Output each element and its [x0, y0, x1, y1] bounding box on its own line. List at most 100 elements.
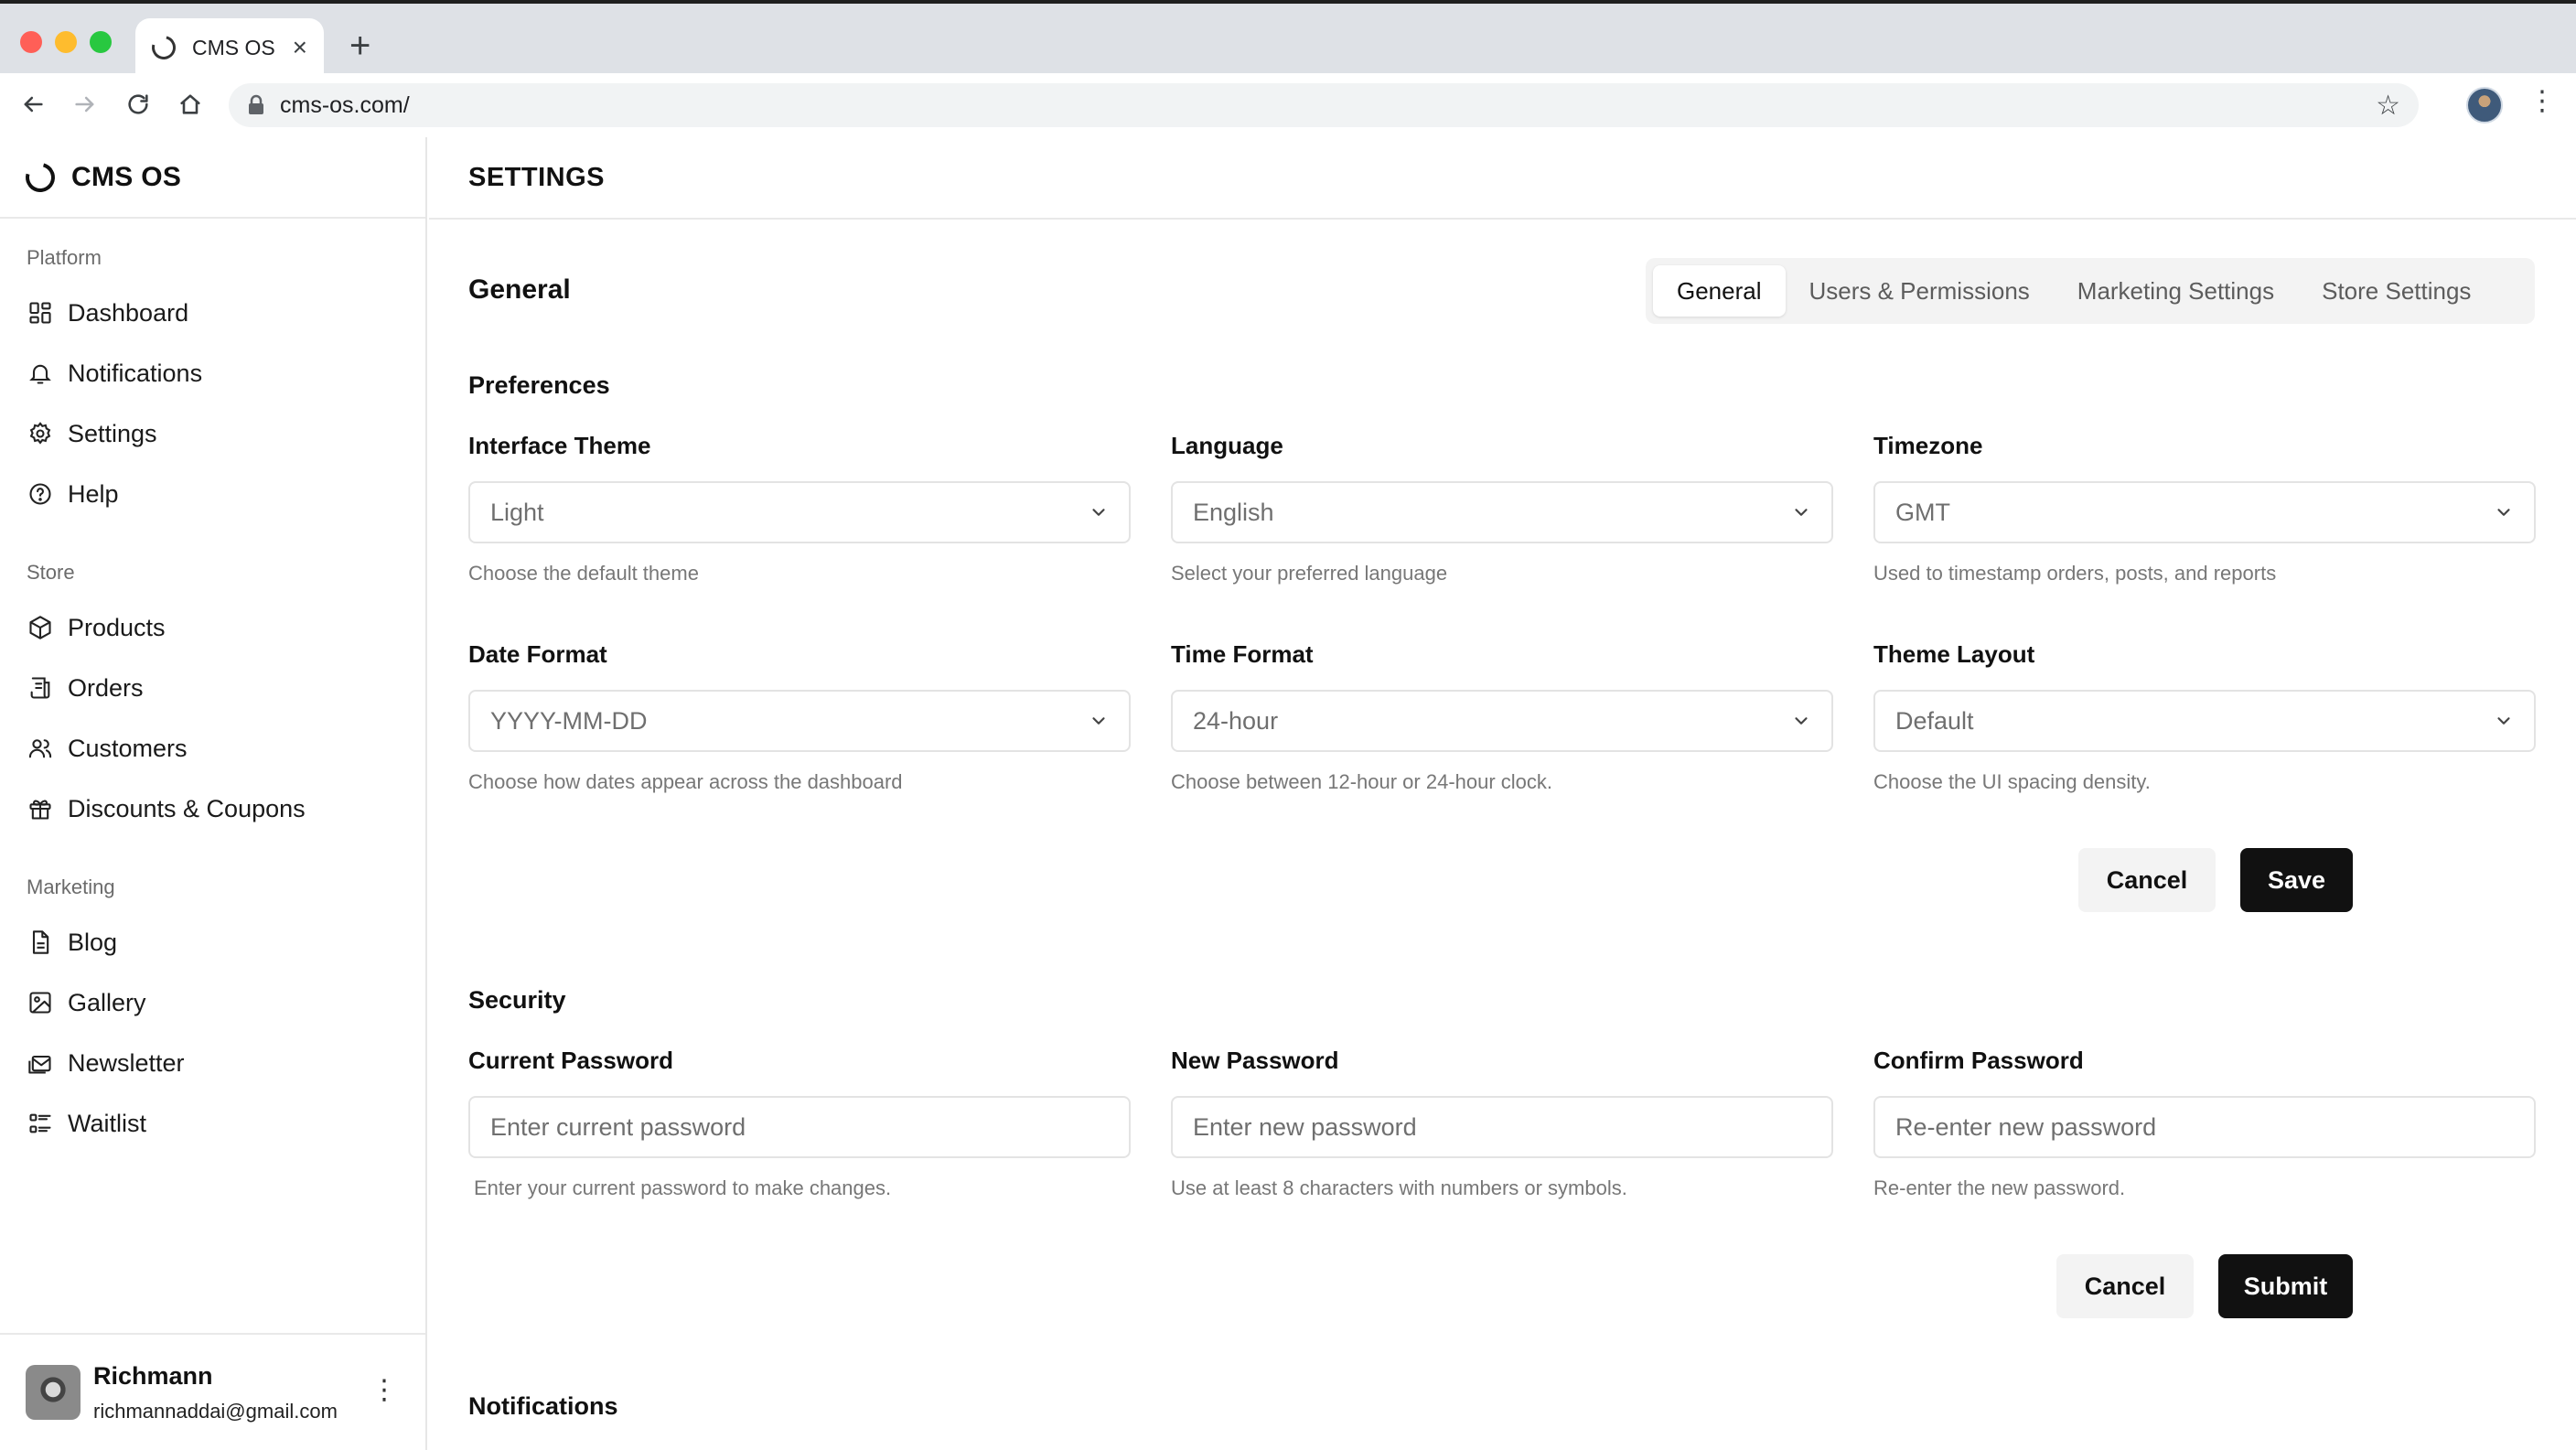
sidebar-item-label: Newsletter	[68, 1048, 185, 1077]
reload-button[interactable]	[120, 86, 156, 123]
field-label: New Password	[1171, 1047, 1339, 1074]
address-bar[interactable]: cms-os.com/ ☆	[229, 83, 2419, 127]
forward-button[interactable]	[67, 86, 103, 123]
brand[interactable]: CMS OS	[0, 137, 425, 219]
field-label: Current Password	[468, 1047, 673, 1074]
browser-tab[interactable]: CMS OS ×	[135, 18, 324, 77]
select-value: Light	[490, 498, 544, 526]
sidebar-item-notifications[interactable]: Notifications	[0, 343, 425, 403]
sidebar-item-dashboard[interactable]: Dashboard	[0, 283, 425, 343]
gift-icon	[27, 796, 53, 822]
input-placeholder: Enter new password	[1193, 1112, 1417, 1141]
sidebar-item-newsletter[interactable]: Newsletter	[0, 1033, 425, 1093]
sidebar-item-help[interactable]: Help	[0, 464, 425, 524]
user-menu-icon[interactable]: ⋮	[370, 1377, 398, 1404]
browser-toolbar: cms-os.com/ ☆ ⋮	[0, 73, 2576, 137]
select-value: English	[1193, 498, 1274, 526]
tab-marketing-settings[interactable]: Marketing Settings	[2054, 265, 2298, 317]
minimize-window-button[interactable]	[55, 31, 77, 53]
security-cancel-button[interactable]: Cancel	[2056, 1254, 2194, 1318]
sidebar-item-blog[interactable]: Blog	[0, 912, 425, 972]
sidebar-item-label: Settings	[68, 419, 157, 447]
sidebar-item-label: Notifications	[68, 359, 203, 387]
sidebar-item-label: Help	[68, 479, 119, 508]
user-email: richmannaddai@gmail.com	[93, 1399, 338, 1423]
sidebar-item-gallery[interactable]: Gallery	[0, 972, 425, 1033]
theme-layout-field: Theme Layout Default Choose the UI spaci…	[1873, 640, 2536, 794]
field-help: Choose the UI spacing density.	[1873, 770, 2151, 793]
preferences-cancel-button[interactable]: Cancel	[2078, 848, 2216, 912]
language-select[interactable]: English	[1171, 481, 1833, 543]
user-profile[interactable]: Richmann richmannaddai@gmail.com ⋮	[0, 1333, 425, 1450]
home-button[interactable]	[172, 86, 209, 123]
chevron-down-icon	[1092, 509, 1105, 516]
section-heading: General	[468, 274, 571, 305]
new-tab-button[interactable]: +	[349, 27, 370, 64]
user-name: Richmann	[93, 1361, 213, 1390]
tab-strip: CMS OS × +	[0, 0, 2576, 77]
brand-name: CMS OS	[71, 161, 182, 192]
sidebar-item-settings[interactable]: Settings	[0, 403, 425, 464]
tab-users-permissions[interactable]: Users & Permissions	[1786, 265, 2054, 317]
date-format-select[interactable]: YYYY-MM-DD	[468, 690, 1131, 752]
tab-title: CMS OS	[192, 35, 275, 59]
sidebar-item-discounts-coupons[interactable]: Discounts & Coupons	[0, 779, 425, 839]
field-label: Timezone	[1873, 432, 1983, 459]
bookmark-star-icon[interactable]: ☆	[2376, 90, 2400, 122]
notifications-title: Notifications	[468, 1392, 618, 1420]
confirm-password-input[interactable]: Re-enter new password	[1873, 1096, 2536, 1158]
brand-logo-icon	[20, 156, 60, 198]
preferences-save-button[interactable]: Save	[2240, 848, 2353, 912]
interface-theme-select[interactable]: Light	[468, 481, 1131, 543]
field-label: Date Format	[468, 640, 607, 668]
field-label: Interface Theme	[468, 432, 651, 459]
security-submit-button[interactable]: Submit	[2218, 1254, 2353, 1318]
close-window-button[interactable]	[20, 31, 42, 53]
maximize-window-button[interactable]	[90, 31, 112, 53]
date-format-field: Date Format YYYY-MM-DD Choose how dates …	[468, 640, 1131, 794]
box-icon	[27, 615, 53, 640]
current-password-input[interactable]: Enter current password	[468, 1096, 1131, 1158]
chevron-down-icon	[2497, 717, 2510, 725]
field-help: Used to timestamp orders, posts, and rep…	[1873, 562, 2277, 585]
sidebar-item-label: Products	[68, 613, 166, 641]
field-label: Theme Layout	[1873, 640, 2035, 668]
sidebar-item-label: Customers	[68, 734, 188, 762]
sidebar-item-orders[interactable]: Orders	[0, 658, 425, 718]
field-help: Choose the default theme	[468, 562, 699, 585]
browser-chrome: CMS OS × + cms-os.com/ ☆ ⋮	[0, 0, 2576, 137]
gear-icon	[27, 421, 53, 446]
arrow-left-icon	[24, 96, 43, 113]
tab-close-icon[interactable]: ×	[293, 35, 307, 60]
chevron-down-icon	[1092, 717, 1105, 725]
timezone-select[interactable]: GMT	[1873, 481, 2536, 543]
tab-store-settings[interactable]: Store Settings	[2298, 265, 2495, 317]
document-icon	[27, 929, 53, 955]
home-icon	[180, 94, 200, 114]
chevron-down-icon	[1795, 509, 1808, 516]
field-help: Select your preferred language	[1171, 562, 1448, 585]
browser-profile-avatar[interactable]	[2466, 87, 2503, 124]
nav-group-label-marketing: Marketing	[27, 875, 115, 898]
sidebar-item-customers[interactable]: Customers	[0, 718, 425, 779]
time-format-field: Time Format 24-hour Choose between 12-ho…	[1171, 640, 1833, 794]
field-label: Time Format	[1171, 640, 1314, 668]
time-format-select[interactable]: 24-hour	[1171, 690, 1833, 752]
input-placeholder: Enter current password	[490, 1112, 746, 1141]
field-help: Re-enter the new password.	[1873, 1176, 2126, 1199]
interface-theme-field: Interface Theme Light Choose the default…	[468, 432, 1131, 585]
sidebar-item-waitlist[interactable]: Waitlist	[0, 1093, 425, 1154]
new-password-field: New Password Enter new password Use at l…	[1171, 1047, 1833, 1200]
tab-general[interactable]: General	[1653, 265, 1786, 317]
sidebar-item-label: Orders	[68, 673, 144, 702]
field-label: Confirm Password	[1873, 1047, 2084, 1074]
image-icon	[27, 990, 53, 1015]
security-title: Security	[468, 986, 566, 1014]
new-password-input[interactable]: Enter new password	[1171, 1096, 1833, 1158]
url-text: cms-os.com/	[280, 91, 410, 118]
browser-menu-icon[interactable]: ⋮	[2528, 88, 2556, 115]
theme-layout-select[interactable]: Default	[1873, 690, 2536, 752]
main-content: SETTINGS General General Users & Permiss…	[429, 137, 2576, 1450]
sidebar-item-products[interactable]: Products	[0, 597, 425, 658]
back-button[interactable]	[15, 86, 51, 123]
